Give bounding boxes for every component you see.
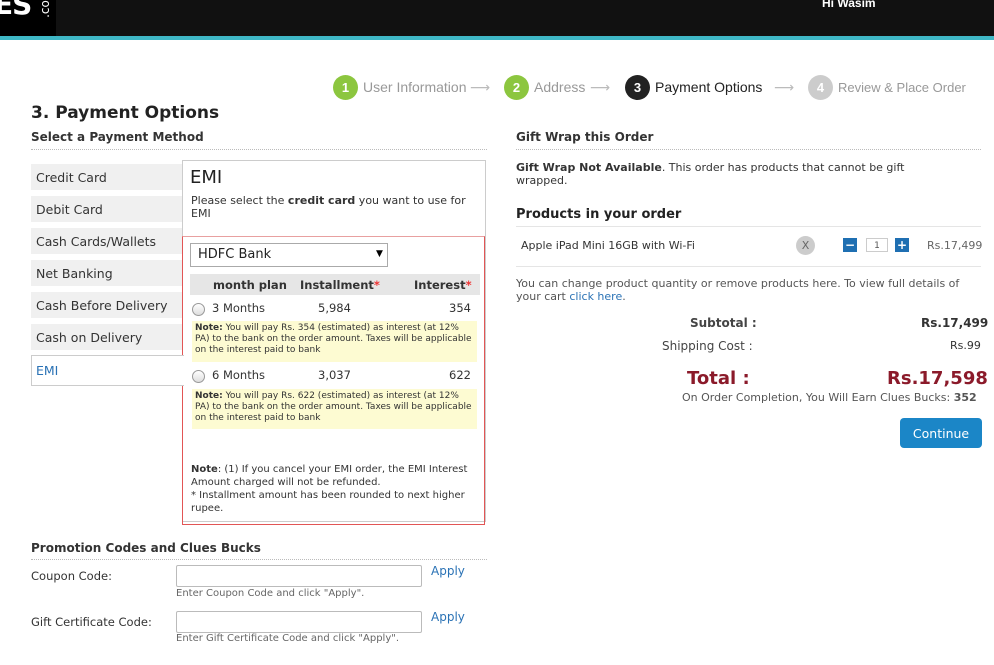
step-label: Review & Place Order	[838, 79, 966, 95]
cart-help-text: You can change product quantity or remov…	[516, 277, 976, 303]
column-header-interest: Interest*	[414, 278, 472, 292]
clues-bucks-value: 352	[953, 391, 977, 404]
total-value: Rs.17,598	[887, 368, 988, 389]
user-greeting[interactable]: Hi Wasim	[822, 0, 876, 10]
header-text: Installment	[300, 278, 374, 292]
column-header-installment: Installment*	[300, 278, 380, 292]
payment-method-emi[interactable]: EMI	[31, 355, 184, 386]
payment-method-cash-before-delivery[interactable]: Cash Before Delivery	[31, 292, 183, 318]
divider	[516, 149, 981, 150]
product-price: Rs.17,499	[927, 239, 983, 252]
section-heading: Select a Payment Method	[31, 130, 204, 144]
coupon-code-input[interactable]	[176, 565, 422, 587]
header-text: Interest	[414, 278, 466, 292]
subtotal-value: Rs.17,499	[921, 316, 989, 330]
site-logo[interactable]: ES .co	[0, 0, 56, 36]
remove-product-button[interactable]: X	[796, 236, 815, 255]
step-review-place-order: 4 Review & Place Order	[808, 74, 966, 100]
payment-method-cash-cards-wallets[interactable]: Cash Cards/Wallets	[31, 228, 183, 254]
required-asterisk: *	[373, 278, 380, 292]
note-label: Note:	[195, 391, 223, 401]
clues-bucks-text: On Order Completion, You Will Earn Clues…	[682, 391, 954, 404]
view-cart-link[interactable]: click here	[569, 290, 622, 303]
promo-section-heading: Promotion Codes and Clues Bucks	[31, 541, 261, 555]
footnote-text: : (1) If you cancel your EMI order, the …	[191, 464, 468, 488]
emi-title: EMI	[190, 167, 223, 188]
step-payment-options: 3 Payment Options	[625, 74, 762, 100]
payment-method-cash-on-delivery[interactable]: Cash on Delivery	[31, 324, 183, 350]
subtotal-label: Subtotal :	[690, 316, 757, 330]
coupon-apply-link[interactable]: Apply	[431, 564, 465, 578]
emi-interest-value: 622	[449, 368, 471, 382]
gift-certificate-label: Gift Certificate Code:	[31, 615, 152, 629]
quantity-input[interactable]: 1	[866, 238, 888, 252]
continue-button[interactable]: Continue	[900, 418, 982, 448]
clues-bucks-message: On Order Completion, You Will Earn Clues…	[682, 391, 977, 404]
gift-certificate-apply-link[interactable]: Apply	[431, 610, 465, 624]
step-number-3: 3	[625, 74, 650, 100]
emi-plan-radio-3-months[interactable]	[192, 303, 205, 316]
gift-wrap-status: Gift Wrap Not Available	[516, 161, 662, 174]
step-arrow-icon: ⟶	[470, 80, 491, 96]
step-arrow-icon: ⟶	[590, 80, 611, 96]
note-text: You will pay Rs. 622 (estimated) as inte…	[195, 391, 472, 423]
emi-interest-value: 354	[449, 301, 471, 315]
note-label: Note:	[195, 323, 223, 333]
step-arrow-icon: ⟶	[774, 80, 795, 96]
product-name[interactable]: Apple iPad Mini 16GB with Wi-Fi	[521, 239, 695, 252]
step-address[interactable]: 2 Address	[504, 74, 585, 100]
cart-help-period: .	[622, 290, 626, 303]
footnote-text: * Installment amount has been rounded to…	[191, 490, 465, 514]
logo-domain-text: .co	[37, 0, 52, 18]
shipping-cost-value: Rs.99	[950, 339, 981, 352]
emi-installment-value: 5,984	[318, 301, 351, 315]
emi-plan-label: 3 Months	[212, 301, 266, 315]
emi-installment-value: 3,037	[318, 368, 351, 382]
quantity-increase-button[interactable]: +	[895, 238, 909, 252]
divider	[31, 149, 487, 150]
divider	[516, 266, 981, 267]
total-label: Total :	[687, 368, 750, 389]
emi-desc-text: Please select the	[191, 194, 288, 207]
emi-desc-bold: credit card	[287, 194, 356, 207]
emi-note: Note: You will pay Rs. 622 (estimated) a…	[192, 389, 477, 429]
emi-plan-label: 6 Months	[212, 368, 266, 382]
footnote-label: Note	[191, 464, 218, 475]
coupon-hint: Enter Coupon Code and click "Apply".	[176, 588, 365, 599]
header-accent-line	[0, 36, 994, 40]
products-heading: Products in your order	[516, 207, 682, 222]
gift-certificate-input[interactable]	[176, 611, 422, 633]
payment-method-credit-card[interactable]: Credit Card	[31, 164, 183, 190]
step-number-2: 2	[504, 74, 529, 100]
logo-text: ES	[0, 0, 32, 21]
step-label: User Information	[363, 79, 467, 95]
bank-select[interactable]: HDFC Bank	[190, 243, 388, 267]
page-title: 3. Payment Options	[31, 103, 220, 123]
emi-footnote: Note: (1) If you cancel your EMI order, …	[191, 463, 481, 515]
shipping-cost-label: Shipping Cost :	[662, 339, 753, 353]
payment-method-net-banking[interactable]: Net Banking	[31, 260, 183, 286]
note-text: You will pay Rs. 354 (estimated) as inte…	[195, 323, 472, 355]
gift-certificate-hint: Enter Gift Certificate Code and click "A…	[176, 633, 400, 644]
emi-description: Please select the credit card you want t…	[191, 194, 481, 220]
divider	[516, 226, 981, 227]
required-asterisk: *	[465, 278, 472, 292]
quantity-decrease-button[interactable]: −	[843, 238, 857, 252]
divider	[31, 559, 487, 560]
chevron-down-icon[interactable]: ▼	[376, 249, 383, 259]
step-number-1: 1	[333, 74, 358, 100]
step-label: Payment Options	[655, 79, 763, 95]
step-number-4: 4	[808, 74, 833, 100]
gift-wrap-message: Gift Wrap Not Available. This order has …	[516, 161, 936, 187]
gift-wrap-heading: Gift Wrap this Order	[516, 130, 654, 144]
step-user-information[interactable]: 1 User Information	[333, 74, 466, 100]
step-label: Address	[534, 79, 586, 95]
emi-plan-radio-6-months[interactable]	[192, 370, 205, 383]
emi-note: Note: You will pay Rs. 354 (estimated) a…	[192, 321, 477, 362]
payment-method-debit-card[interactable]: Debit Card	[31, 196, 183, 222]
coupon-code-label: Coupon Code:	[31, 569, 112, 583]
column-header-month-plan: month plan	[213, 278, 287, 292]
